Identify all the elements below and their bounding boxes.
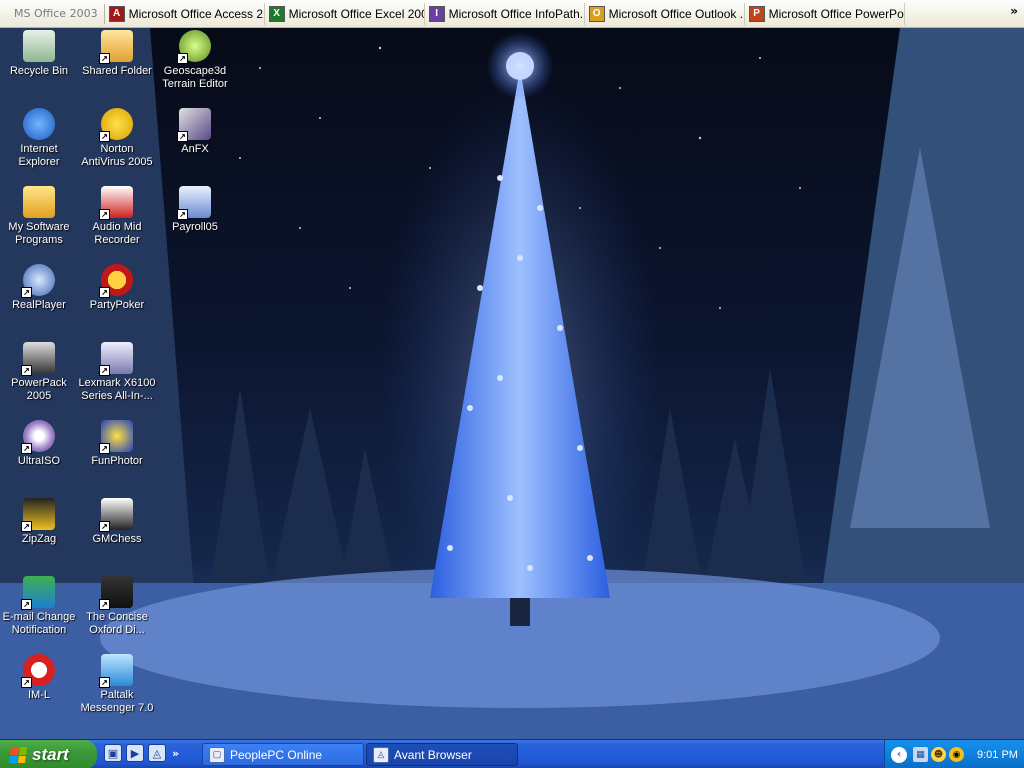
office-button-label: Microsoft Office Access 2...	[128, 6, 265, 21]
internet-explorer-icon[interactable]: Internet Explorer	[0, 108, 78, 169]
icon-label: IM-L	[28, 689, 50, 701]
office-button-powerpoint[interactable]: P Microsoft Office PowerPo...	[745, 2, 905, 25]
norton-tray-icon[interactable]: ◉	[949, 747, 964, 762]
partypoker-icon[interactable]: ↗ PartyPoker	[78, 264, 156, 312]
icon-label: Shared Folder	[82, 65, 152, 77]
realplayer-icon[interactable]: ↗ RealPlayer	[0, 264, 78, 312]
gmchess-icon[interactable]: ↗ GMChess	[78, 498, 156, 546]
icon-label: Geoscape3d Terrain Editor	[162, 65, 228, 90]
office-button-excel[interactable]: X Microsoft Office Excel 2003	[265, 2, 425, 25]
powerpoint-icon: P	[748, 5, 765, 22]
icon-label: My Software Programs	[8, 221, 70, 246]
icon-label: Norton AntiVirus 2005	[81, 143, 153, 168]
my-software-programs-icon[interactable]: My Software Programs	[0, 186, 78, 247]
avant-quick-icon[interactable]: ◬	[148, 744, 166, 762]
network-icon[interactable]: ▦	[913, 747, 928, 762]
icon-label: RealPlayer	[12, 299, 66, 311]
funphotor-icon[interactable]: ↗ FunPhotor	[78, 420, 156, 468]
messenger-icon[interactable]: ☻	[931, 747, 946, 762]
icon-label: Audio Mid Recorder	[92, 221, 142, 246]
task-label: PeoplePC Online	[230, 747, 323, 762]
media-player-icon[interactable]: ▶	[126, 744, 144, 762]
icon-label: AnFX	[181, 143, 209, 155]
start-label: start	[32, 744, 69, 764]
office-button-label: Microsoft Office Outlook ...	[608, 6, 745, 21]
recycle-bin-icon[interactable]: Recycle Bin	[0, 30, 78, 78]
office-bar-chevron-icon[interactable]: »	[1010, 4, 1018, 18]
icon-label: The Concise Oxford Di...	[86, 611, 148, 636]
payroll05-icon[interactable]: ↗ Payroll05	[156, 186, 234, 234]
task-label: Avant Browser	[394, 747, 472, 762]
office-button-access[interactable]: A Microsoft Office Access 2...	[105, 2, 265, 25]
icon-label: PowerPack 2005	[11, 377, 67, 402]
office-button-label: Microsoft Office PowerPo...	[768, 6, 905, 21]
tray-collapse-icon[interactable]: ‹	[891, 746, 907, 763]
im-l-icon[interactable]: ↗ IM-L	[0, 654, 78, 702]
audio-mid-recorder-icon[interactable]: ↗ Audio Mid Recorder	[78, 186, 156, 247]
quick-launch: ▣ ▶ ◬ »	[104, 744, 179, 762]
icon-label: Paltalk Messenger 7.0	[80, 689, 154, 714]
task-peoplepc-online[interactable]: ▢ PeoplePC Online	[202, 743, 364, 766]
ultraiso-icon[interactable]: ↗ UltraISO	[0, 420, 78, 468]
paltalk-icon[interactable]: ↗ Paltalk Messenger 7.0	[78, 654, 156, 715]
windows-logo-icon	[8, 746, 28, 763]
zipzag-icon[interactable]: ↗ ZipZag	[0, 498, 78, 546]
avant-browser-icon: ◬	[373, 746, 389, 763]
office-button-label: Microsoft Office Excel 2003	[288, 6, 425, 21]
shared-folder-icon[interactable]: ↗ Shared Folder	[78, 30, 156, 78]
icon-label: Payroll05	[172, 221, 218, 233]
office-bar-title: MS Office 2003	[0, 3, 105, 24]
icon-label: FunPhotor	[91, 455, 143, 467]
office-shortcut-bar: MS Office 2003 A Microsoft Office Access…	[0, 0, 1024, 28]
norton-antivirus-icon[interactable]: ↗ Norton AntiVirus 2005	[78, 108, 156, 169]
office-button-label: Microsoft Office InfoPath...	[448, 6, 585, 21]
anfx-icon[interactable]: ↗ AnFX	[156, 108, 234, 156]
icon-label: E-mail Change Notification	[2, 611, 76, 636]
email-change-icon[interactable]: ↗ E-mail Change Notification	[0, 576, 78, 637]
icon-label: Lexmark X6100 Series All-In-...	[78, 377, 156, 402]
office-button-outlook[interactable]: O Microsoft Office Outlook ...	[585, 2, 745, 25]
start-button[interactable]: start	[0, 740, 97, 768]
oxford-dictionary-icon[interactable]: ↗ The Concise Oxford Di...	[78, 576, 156, 637]
icon-label: PartyPoker	[89, 299, 145, 311]
clock[interactable]: 9:01 PM	[977, 749, 1018, 761]
quick-launch-chevron-icon[interactable]: »	[172, 747, 179, 760]
task-avant-browser[interactable]: ◬ Avant Browser	[366, 743, 518, 766]
infopath-icon: I	[428, 5, 445, 22]
excel-icon: X	[268, 5, 285, 22]
peoplepc-icon: ▢	[209, 746, 225, 763]
system-tray: ‹ ▦ ☻ ◉ 9:01 PM	[884, 740, 1024, 768]
icon-label: ZipZag	[21, 533, 57, 545]
access-icon: A	[108, 5, 125, 22]
desktop[interactable]: Recycle Bin Internet Explorer My Softwar…	[0, 28, 1024, 739]
icon-label: GMChess	[92, 533, 142, 545]
outlook-icon: O	[588, 5, 605, 22]
show-desktop-icon[interactable]: ▣	[104, 744, 122, 762]
icon-label: Recycle Bin	[9, 65, 69, 77]
lexmark-icon[interactable]: ↗ Lexmark X6100 Series All-In-...	[78, 342, 156, 403]
office-button-infopath[interactable]: I Microsoft Office InfoPath...	[425, 2, 585, 25]
geoscape3d-icon[interactable]: ↗ Geoscape3d Terrain Editor	[156, 30, 234, 91]
icon-label: UltraISO	[17, 455, 61, 467]
icon-label: Internet Explorer	[18, 143, 60, 168]
powerpack-icon[interactable]: ↗ PowerPack 2005	[0, 342, 78, 403]
taskbar: start ▣ ▶ ◬ » ▢ PeoplePC Online ◬ Avant …	[0, 739, 1024, 768]
